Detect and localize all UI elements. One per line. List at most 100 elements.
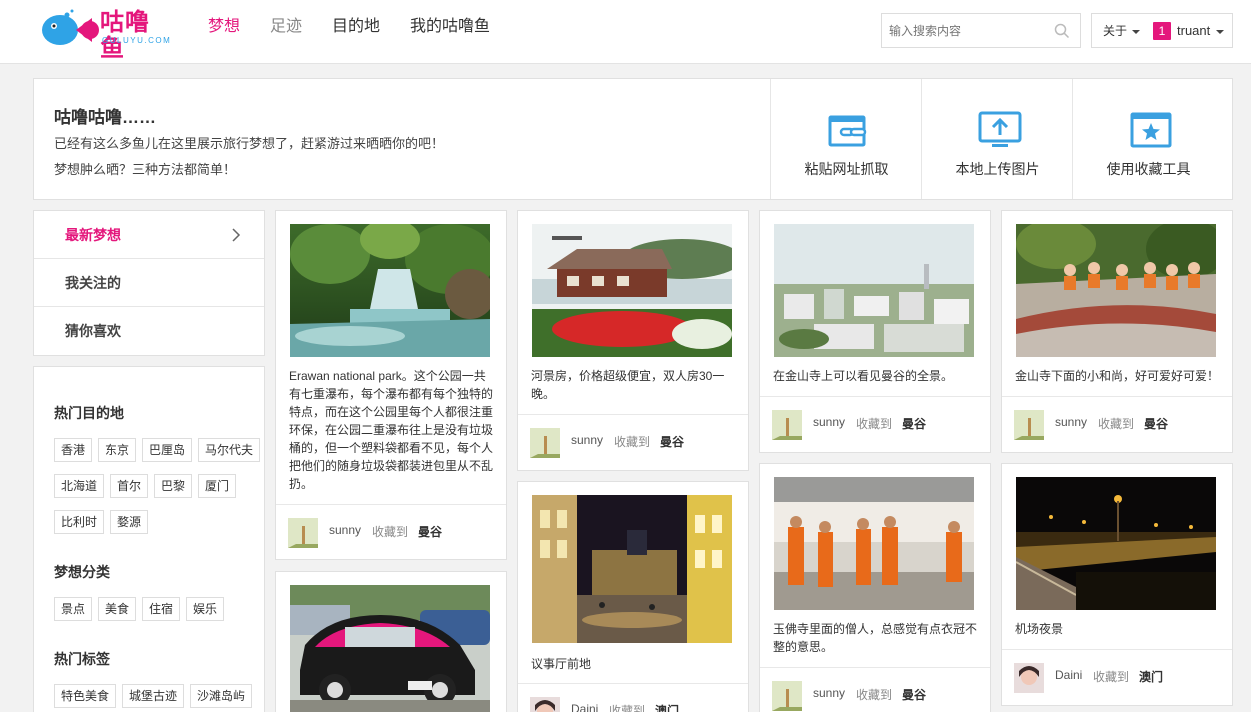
tool-label: 使用收藏工具	[1106, 161, 1191, 177]
tag-category[interactable]: 景点	[54, 597, 93, 621]
tag-destination[interactable]: 北海道	[54, 474, 105, 498]
tag-destination[interactable]: 厦门	[198, 474, 237, 498]
card-user-name[interactable]: sunny	[813, 686, 845, 700]
link-grab-icon	[828, 115, 867, 147]
notification-badge[interactable]: 1	[1153, 21, 1172, 40]
card-destination[interactable]: 曼谷	[660, 433, 684, 450]
tag-destination[interactable]: 巴黎	[154, 474, 193, 498]
card-description: 机场夜景	[1015, 622, 1064, 636]
card-destination[interactable]: 曼谷	[1144, 415, 1168, 432]
tag-destination[interactable]: 婺源	[110, 510, 149, 534]
waterfall-photo[interactable]	[290, 224, 490, 357]
airport-night-photo[interactable]	[1016, 477, 1216, 610]
tag-destination[interactable]: 巴厘岛	[142, 438, 193, 462]
card-description: Erawan national park。这个公园一共有七重瀑布，每个瀑布都有每…	[289, 369, 494, 491]
top-nav-bar: 咕噜鱼 GULUYU.COM 梦想 足迹 目的地 我的咕噜鱼 关于 1 trua…	[0, 0, 1251, 64]
tag-category[interactable]: 住宿	[142, 597, 181, 621]
card-footer: sunny 收藏到 曼谷	[518, 414, 748, 470]
tool-label: 粘贴网址抓取	[804, 161, 889, 177]
nav-my-guluyu[interactable]: 我的咕噜鱼	[410, 16, 490, 38]
avatar[interactable]	[1014, 663, 1044, 693]
dream-card[interactable]: 河景房，价格超级便宜，双人房30一晚。 sunny 收藏到 曼谷	[517, 210, 749, 471]
tag-category[interactable]: 美食	[98, 597, 137, 621]
search-input[interactable]	[882, 14, 1042, 47]
user-box: 关于 1 truant	[1091, 13, 1233, 48]
tag-destination[interactable]: 马尔代夫	[198, 438, 261, 462]
card-user-name[interactable]: sunny	[1055, 415, 1087, 429]
menu-recommended[interactable]: 猜你喜欢	[34, 307, 264, 355]
avatar[interactable]	[1014, 410, 1044, 440]
monk-figurines-photo[interactable]	[1016, 224, 1216, 357]
username[interactable]: truant	[1177, 23, 1210, 38]
dream-card[interactable]: Erawan national park。这个公园一共有七重瀑布，每个瀑布都有每…	[275, 210, 507, 560]
tag-row: 景点 美食 住宿 娱乐	[54, 597, 230, 621]
search-box	[881, 13, 1081, 48]
bangkok-panorama-photo[interactable]	[774, 224, 974, 357]
tag-destination[interactable]: 香港	[54, 438, 93, 462]
banner-description: 已经有这么多鱼儿在这里展示旅行梦想了，赶紧游过来晒晒你的吧！	[54, 136, 445, 151]
avatar[interactable]	[288, 518, 318, 548]
monks-photo[interactable]	[774, 477, 974, 610]
pink-car-photo[interactable]	[290, 585, 490, 712]
tag-hot[interactable]: 特色美食	[54, 684, 117, 708]
tag-destination[interactable]: 比利时	[54, 510, 105, 534]
card-user-name[interactable]: Daini	[1055, 668, 1082, 682]
hot-destinations-title: 热门目的地	[54, 405, 124, 421]
nav-dreams[interactable]: 梦想	[208, 16, 240, 38]
search-icon[interactable]	[1054, 23, 1070, 39]
card-destination[interactable]: 曼谷	[902, 415, 926, 432]
tag-hot[interactable]: 沙滩岛屿	[190, 684, 253, 708]
card-user-name[interactable]: sunny	[571, 433, 603, 447]
dream-card[interactable]	[275, 571, 507, 712]
card-user-name[interactable]: Daini	[571, 702, 598, 712]
avatar[interactable]	[772, 410, 802, 440]
card-user-name[interactable]: sunny	[329, 523, 361, 537]
card-description: 在金山寺上可以看见曼谷的全景。	[773, 369, 954, 383]
menu-latest-dreams[interactable]: 最新梦想	[34, 211, 264, 259]
tag-destination[interactable]: 东京	[98, 438, 137, 462]
avatar[interactable]	[772, 681, 802, 711]
nav-footprints[interactable]: 足迹	[270, 16, 302, 38]
avatar[interactable]	[530, 697, 560, 712]
card-description: 玉佛寺里面的僧人，总感觉有点衣冠不整的意思。	[773, 622, 978, 654]
tag-panel: 热门目的地 香港 东京 巴厘岛 马尔代夫 北海道 首尔 巴黎 厦门 比利时 婺源…	[33, 366, 265, 712]
tag-row: 北海道 首尔 巴黎 厦门	[54, 474, 242, 498]
collected-to-label: 收藏到	[856, 688, 893, 702]
dream-card[interactable]: 机场夜景 Daini 收藏到 澳门	[1001, 463, 1233, 706]
dream-card[interactable]: 在金山寺上可以看见曼谷的全景。 sunny 收藏到 曼谷	[759, 210, 991, 453]
card-destination[interactable]: 曼谷	[418, 523, 442, 540]
banner-title: 咕噜咕噜……	[54, 108, 156, 127]
card-destination[interactable]: 澳门	[655, 702, 679, 712]
logo-subtext: GULUYU.COM	[102, 36, 172, 45]
tag-hot[interactable]: 城堡古迹	[122, 684, 185, 708]
collected-to-label: 收藏到	[609, 704, 646, 712]
caret-down-icon[interactable]	[1216, 29, 1225, 34]
card-destination[interactable]: 澳门	[1139, 668, 1163, 685]
card-user-name[interactable]: sunny	[813, 415, 845, 429]
star-bookmark-icon	[1130, 112, 1172, 148]
bookmark-tool[interactable]: 使用收藏工具	[1072, 79, 1223, 199]
dream-card[interactable]: 议事厅前地 Daini 收藏到 澳门	[517, 481, 749, 712]
dream-card[interactable]: 金山寺下面的小和尚，好可爱好可爱！ sunny 收藏到 曼谷	[1001, 210, 1233, 453]
intro-banner: 咕噜咕噜…… 已经有这么多鱼儿在这里展示旅行梦想了，赶紧游过来晒晒你的吧！ 梦想…	[33, 78, 1233, 200]
avatar[interactable]	[530, 428, 560, 458]
about-menu[interactable]: 关于	[1103, 22, 1141, 39]
card-footer: sunny 收藏到 曼谷	[760, 396, 990, 452]
logo[interactable]: 咕噜鱼 GULUYU.COM	[38, 8, 173, 62]
paste-url-tool[interactable]: 粘贴网址抓取	[770, 79, 921, 199]
senado-square-night-photo[interactable]	[532, 495, 732, 643]
menu-following[interactable]: 我关注的	[34, 259, 264, 307]
card-destination[interactable]: 曼谷	[902, 686, 926, 703]
tag-category[interactable]: 娱乐	[186, 597, 225, 621]
nav-destinations[interactable]: 目的地	[332, 16, 380, 38]
dream-card[interactable]: 玉佛寺里面的僧人，总感觉有点衣冠不整的意思。 sunny 收藏到 曼谷	[759, 463, 991, 712]
tag-row: 特色美食 城堡古迹 沙滩岛屿	[54, 684, 258, 708]
collected-to-label: 收藏到	[856, 417, 893, 431]
collected-to-label: 收藏到	[1093, 670, 1130, 684]
card-description: 金山寺下面的小和尚，好可爱好可爱！	[1015, 369, 1220, 383]
river-house-photo[interactable]	[532, 224, 732, 357]
tag-destination[interactable]: 首尔	[110, 474, 149, 498]
card-description: 议事厅前地	[531, 657, 592, 671]
local-upload-tool[interactable]: 本地上传图片	[921, 79, 1072, 199]
caret-down-icon	[1132, 29, 1141, 34]
